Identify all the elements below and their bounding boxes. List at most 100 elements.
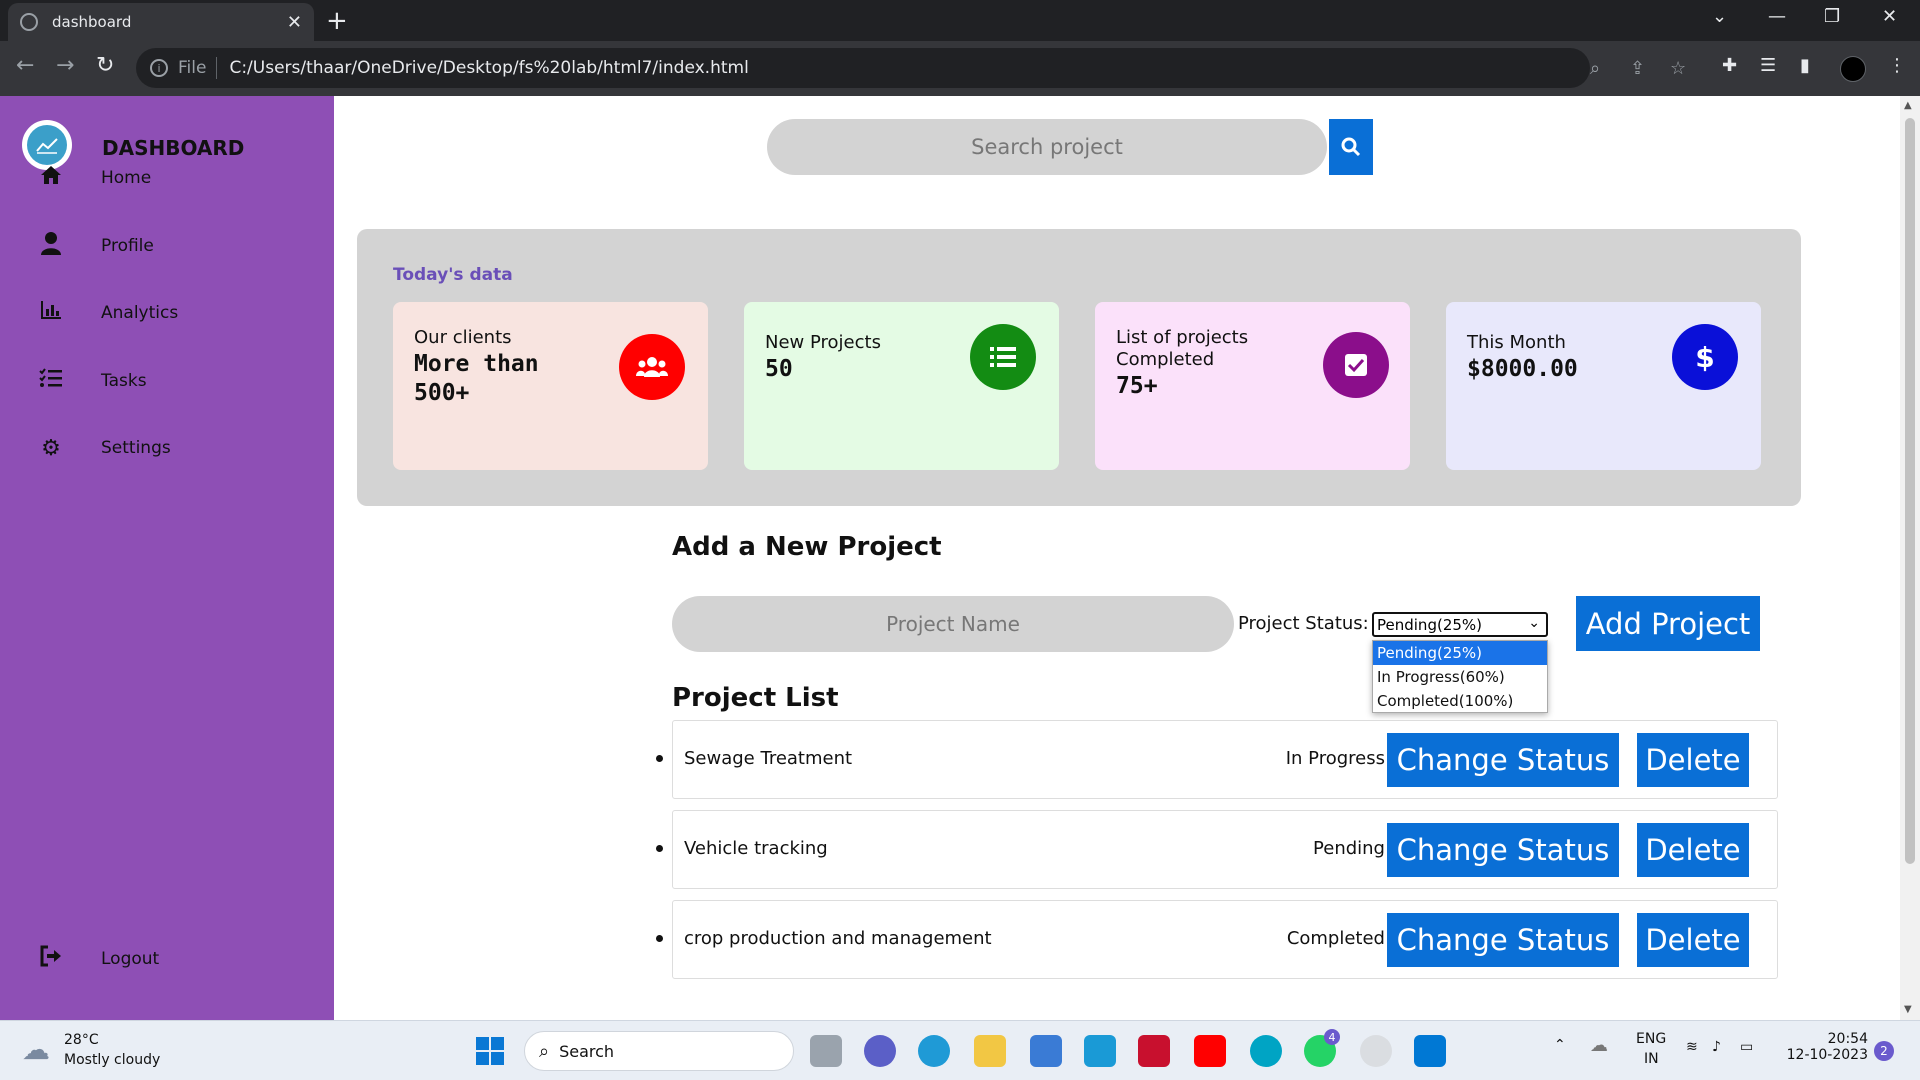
scroll-thumb[interactable] (1905, 118, 1915, 864)
volume-icon[interactable]: ♪ (1712, 1039, 1721, 1055)
battery-icon[interactable]: ▭ (1740, 1039, 1753, 1055)
status-dropdown: Pending(25%) In Progress(60%) Completed(… (1372, 640, 1548, 713)
home-icon (37, 164, 65, 192)
windows-start-icon[interactable] (474, 1035, 506, 1067)
search-button[interactable] (1329, 119, 1373, 175)
whatsapp-icon[interactable]: 4 (1304, 1029, 1340, 1067)
card-value: More than 500+ (414, 351, 539, 406)
file-explorer-icon[interactable] (974, 1035, 1006, 1067)
sidebar-item-label: Profile (101, 236, 154, 256)
chrome-icon[interactable] (1360, 1035, 1392, 1067)
list-item: crop production and management Completed… (656, 900, 1778, 979)
scroll-up-icon[interactable]: ▲ (1904, 100, 1912, 111)
sidebar-item-label: Analytics (101, 303, 179, 323)
status-option[interactable]: In Progress(60%) (1373, 665, 1547, 689)
taskbar-search[interactable]: ⌕ Search (524, 1031, 794, 1071)
extensions-icon[interactable]: ✚ (1722, 55, 1737, 76)
sidebar-item-label: Home (101, 168, 152, 188)
sidebar-item-settings[interactable]: ⚙ Settings (0, 428, 334, 468)
card-this-month: This Month $8000.00 $ (1446, 302, 1761, 470)
zoom-icon[interactable]: ⌕ (1590, 58, 1600, 79)
alexa-icon[interactable] (1250, 1035, 1282, 1067)
taskbar: ☁ 28°C Mostly cloudy ⌕ Search 4 ⌃ ☁ ENG … (0, 1020, 1920, 1080)
reading-list-icon[interactable]: ☰ (1760, 55, 1776, 76)
close-tab-icon[interactable]: ✕ (287, 12, 302, 33)
sidebar-item-tasks[interactable]: Tasks (0, 361, 334, 401)
brand-title: DASHBOARD (102, 136, 245, 160)
project-list-title: Project List (672, 683, 839, 713)
project-name: crop production and management (684, 928, 992, 949)
user-icon (37, 231, 65, 261)
clock[interactable]: 20:54 12-10-2023 (1782, 1031, 1868, 1063)
browser-tab[interactable]: dashboard ✕ (8, 3, 314, 41)
task-view-icon[interactable] (810, 1035, 842, 1067)
avatar[interactable] (1840, 56, 1866, 82)
new-tab-icon[interactable]: + (326, 6, 348, 36)
add-project-title: Add a New Project (672, 532, 942, 562)
sidebar-item-logout[interactable]: Logout (0, 939, 334, 979)
main-content: Today's data Our clients More than 500+ … (334, 96, 1900, 1020)
time: 20:54 (1827, 1031, 1868, 1047)
chevron-down-icon: ⌄ (1528, 615, 1540, 631)
sidebar-item-home[interactable]: Home (0, 158, 334, 198)
project-name: Sewage Treatment (684, 748, 853, 769)
star-icon[interactable]: ☆ (1670, 58, 1686, 79)
sidebar: DASHBOARD Home Profile Analytics Tasks ⚙… (0, 96, 334, 1020)
wifi-icon[interactable]: ≋ (1686, 1039, 1698, 1055)
change-status-button[interactable]: Change Status (1387, 913, 1619, 967)
language-bottom: IN (1644, 1051, 1659, 1067)
close-window-icon[interactable]: ✕ (1882, 6, 1897, 27)
tab-title: dashboard (52, 13, 132, 31)
weather-description: Mostly cloudy (64, 1052, 161, 1068)
add-project-button[interactable]: Add Project (1576, 596, 1760, 651)
project-status-select[interactable]: Pending(25%) ⌄ (1372, 612, 1548, 637)
sidebar-item-profile[interactable]: Profile (0, 226, 334, 266)
info-icon[interactable]: i (150, 59, 168, 77)
store-icon[interactable] (1030, 1035, 1062, 1067)
side-panel-icon[interactable]: ▮ (1800, 55, 1810, 76)
youtube-icon[interactable] (1194, 1035, 1226, 1067)
minimize-icon[interactable]: — (1768, 6, 1786, 27)
search-icon (1341, 137, 1361, 157)
project-status: Completed (1286, 928, 1385, 949)
status-option[interactable]: Completed(100%) (1373, 689, 1547, 713)
teams-icon[interactable] (864, 1035, 896, 1067)
vscode-icon[interactable] (1414, 1035, 1446, 1067)
url-text: C:/Users/thaar/OneDrive/Desktop/fs%20lab… (229, 58, 749, 78)
page-scrollbar[interactable]: ▲ ▼ (1900, 96, 1920, 1020)
l-app-icon[interactable] (1084, 1035, 1116, 1067)
status-option[interactable]: Pending(25%) (1373, 641, 1547, 665)
chevron-up-icon[interactable]: ⌃ (1554, 1037, 1566, 1053)
tab-search-icon[interactable]: ⌄ (1712, 6, 1727, 27)
language-top[interactable]: ENG (1636, 1031, 1666, 1047)
notification-badge[interactable]: 2 (1874, 1041, 1894, 1061)
today-data-panel: Today's data Our clients More than 500+ … (357, 229, 1801, 506)
edge-icon[interactable] (918, 1035, 950, 1067)
sidebar-item-analytics[interactable]: Analytics (0, 293, 334, 333)
menu-icon[interactable]: ⋮ (1888, 55, 1906, 76)
mcafee-icon[interactable] (1138, 1035, 1170, 1067)
delete-button[interactable]: Delete (1637, 913, 1749, 967)
maximize-icon[interactable]: ❐ (1824, 6, 1840, 27)
back-icon[interactable]: ← (16, 53, 34, 78)
change-status-button[interactable]: Change Status (1387, 733, 1619, 787)
scroll-down-icon[interactable]: ▼ (1904, 1004, 1912, 1015)
project-name-input[interactable] (672, 596, 1234, 652)
change-status-button[interactable]: Change Status (1387, 823, 1619, 877)
card-clients: Our clients More than 500+ (393, 302, 708, 470)
onedrive-icon[interactable]: ☁ (1590, 1035, 1608, 1056)
card-new-projects: New Projects 50 (744, 302, 1059, 470)
reload-icon[interactable]: ↻ (96, 53, 114, 78)
address-bar[interactable]: i File C:/Users/thaar/OneDrive/Desktop/f… (136, 48, 1686, 88)
project-name: Vehicle tracking (684, 838, 828, 859)
cloud-icon[interactable]: ☁ (22, 1033, 50, 1066)
share-icon[interactable]: ⇪ (1630, 58, 1645, 79)
project-status: Pending (1313, 838, 1385, 859)
chart-icon (37, 299, 65, 327)
forward-icon[interactable]: → (56, 53, 74, 78)
search-input[interactable] (767, 119, 1327, 175)
project-status-label: Project Status: (1238, 613, 1369, 634)
delete-button[interactable]: Delete (1637, 733, 1749, 787)
delete-button[interactable]: Delete (1637, 823, 1749, 877)
globe-icon (20, 13, 38, 31)
